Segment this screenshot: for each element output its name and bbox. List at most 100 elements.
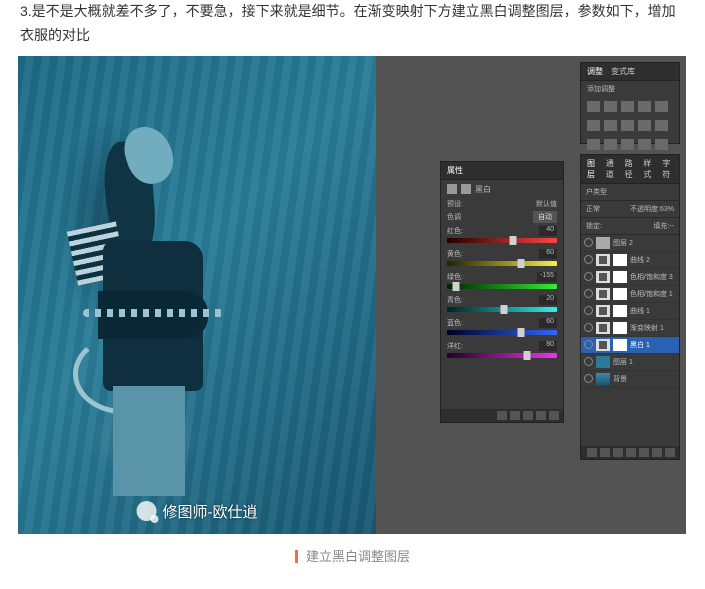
reset-icon[interactable] (523, 411, 533, 420)
threshold-icon[interactable] (621, 139, 634, 150)
slider-value[interactable]: 40 (539, 226, 557, 236)
slider-thumb[interactable] (452, 282, 459, 291)
adjustments-panel[interactable]: 调整 变式库 添加调整 (580, 62, 680, 144)
blend-mode-dropdown[interactable]: 正常 (586, 204, 600, 214)
layers-tab[interactable]: 字符 (662, 158, 673, 180)
properties-panel[interactable]: 属性 黑白 预设:默认值 色调自动 红色:40黄色:60绿色:-155青色:20… (440, 161, 564, 423)
hue-icon[interactable] (587, 120, 600, 131)
clip-icon[interactable] (497, 411, 507, 420)
layer-mask[interactable] (613, 271, 627, 283)
layer-mask[interactable] (613, 305, 627, 317)
mask-add-icon[interactable] (613, 448, 623, 457)
slider-thumb[interactable] (501, 305, 508, 314)
tab-adjustments[interactable]: 调整 (587, 66, 603, 77)
layer-name[interactable]: 背景 (613, 374, 676, 384)
layers-tab[interactable]: 通道 (606, 158, 617, 180)
curves-icon[interactable] (621, 101, 634, 112)
trash-icon[interactable] (665, 448, 675, 457)
layer-row[interactable]: 色相/饱和度 3 (581, 269, 679, 286)
group-icon[interactable] (639, 448, 649, 457)
slider-value[interactable]: 60 (539, 249, 557, 259)
layers-panel[interactable]: 图层通道路径样式字符 户类型 正常 不透明度:63% 锁定: 填充:-- 图层 … (580, 154, 680, 460)
layer-mask[interactable] (613, 288, 627, 300)
layer-mask[interactable] (613, 339, 627, 351)
slider-value[interactable]: 80 (539, 341, 557, 351)
layer-name[interactable]: 色相/饱和度 3 (630, 272, 676, 282)
visibility-toggle[interactable] (584, 323, 593, 332)
layer-mask[interactable] (613, 322, 627, 334)
link-icon[interactable] (587, 448, 597, 457)
opacity-value[interactable]: 63% (660, 206, 674, 213)
slider-thumb[interactable] (510, 236, 517, 245)
tab-properties[interactable]: 属性 (447, 165, 463, 176)
slider-track[interactable] (447, 330, 557, 335)
channel-mixer-icon[interactable] (638, 120, 651, 131)
toggle-icon[interactable] (536, 411, 546, 420)
exposure-icon[interactable] (638, 101, 651, 112)
slider-value[interactable]: 60 (539, 318, 557, 328)
auto-button[interactable]: 自动 (533, 211, 557, 223)
tab-styles[interactable]: 变式库 (611, 66, 635, 77)
layer-row[interactable]: 渐变映射 1 (581, 320, 679, 337)
layer-row[interactable]: 色相/饱和度 1 (581, 286, 679, 303)
adjustments-icons-row2 (581, 116, 679, 135)
bw-icon[interactable] (604, 120, 617, 131)
visibility-toggle[interactable] (584, 289, 593, 298)
layers-tab[interactable]: 图层 (587, 158, 598, 180)
layer-row[interactable]: 图层 2 (581, 235, 679, 252)
invert-icon[interactable] (587, 139, 600, 150)
visibility-toggle[interactable] (584, 340, 593, 349)
slider-thumb[interactable] (517, 259, 524, 268)
layer-name[interactable]: 曲线 2 (630, 255, 676, 265)
selective-color-icon[interactable] (655, 139, 668, 150)
slider-thumb[interactable] (517, 328, 524, 337)
photo-filter-icon[interactable] (621, 120, 634, 131)
fx-icon[interactable] (600, 448, 610, 457)
levels-icon[interactable] (604, 101, 617, 112)
gradient-map-icon[interactable] (638, 139, 651, 150)
brightness-icon[interactable] (587, 101, 600, 112)
layer-thumbnail (596, 237, 610, 249)
view-prev-icon[interactable] (510, 411, 520, 420)
adjustment-add-icon[interactable] (626, 448, 636, 457)
fill-value[interactable]: -- (669, 223, 674, 230)
slider-track[interactable] (447, 261, 557, 266)
vibrance-icon[interactable] (655, 101, 668, 112)
layer-kind[interactable]: 户类型 (586, 187, 607, 197)
delete-icon[interactable] (549, 411, 559, 420)
layer-name[interactable]: 色相/饱和度 1 (630, 289, 676, 299)
layer-name[interactable]: 曲线 1 (630, 306, 676, 316)
slider-track[interactable] (447, 284, 557, 289)
document-canvas[interactable]: 修图师-欧仕逍 (18, 56, 376, 534)
preset-dropdown[interactable]: 默认值 (536, 199, 557, 209)
slider-value[interactable]: 20 (539, 295, 557, 305)
visibility-toggle[interactable] (584, 238, 593, 247)
slider-track[interactable] (447, 353, 557, 358)
slider-value[interactable]: -155 (537, 272, 557, 282)
layer-name[interactable]: 图层 2 (613, 238, 676, 248)
layer-row[interactable]: 黑白 1 (581, 337, 679, 354)
layer-name[interactable]: 图层 1 (613, 357, 676, 367)
posterize-icon[interactable] (604, 139, 617, 150)
lookup-icon[interactable] (655, 120, 668, 131)
tint-label: 色调 (447, 214, 461, 221)
visibility-toggle[interactable] (584, 374, 593, 383)
layer-mask[interactable] (613, 254, 627, 266)
layer-row[interactable]: 背景 (581, 371, 679, 388)
visibility-toggle[interactable] (584, 357, 593, 366)
layers-tab[interactable]: 路径 (625, 158, 636, 180)
layer-name[interactable]: 黑白 1 (630, 340, 676, 350)
lock-controls[interactable]: 锁定: (586, 221, 602, 231)
visibility-toggle[interactable] (584, 272, 593, 281)
slider-track[interactable] (447, 307, 557, 312)
slider-track[interactable] (447, 238, 557, 243)
visibility-toggle[interactable] (584, 306, 593, 315)
layer-row[interactable]: 曲线 1 (581, 303, 679, 320)
new-layer-icon[interactable] (652, 448, 662, 457)
slider-thumb[interactable] (524, 351, 531, 360)
layer-row[interactable]: 曲线 2 (581, 252, 679, 269)
layers-tab[interactable]: 样式 (643, 158, 654, 180)
layer-name[interactable]: 渐变映射 1 (630, 323, 676, 333)
layer-row[interactable]: 图层 1 (581, 354, 679, 371)
visibility-toggle[interactable] (584, 255, 593, 264)
